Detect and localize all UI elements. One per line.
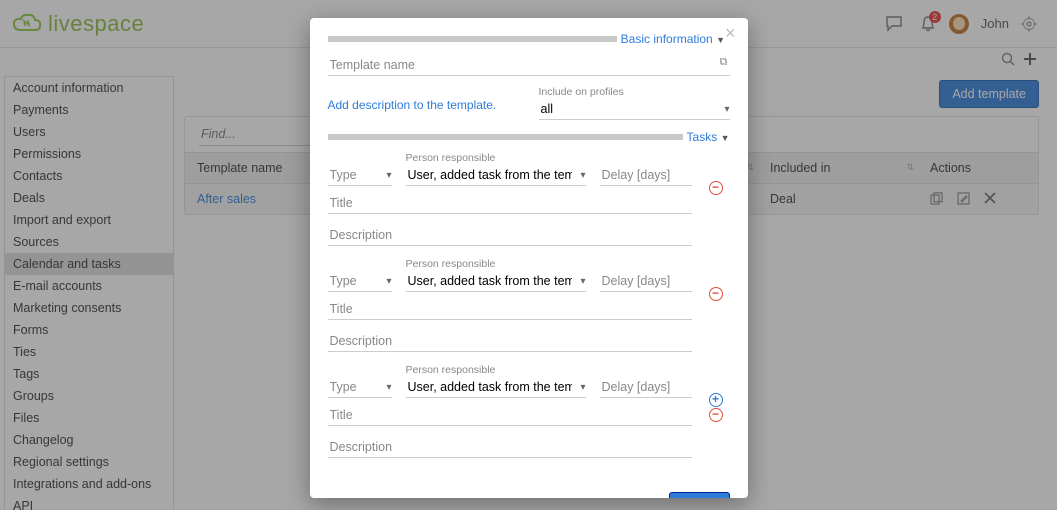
task-type-select[interactable]	[328, 164, 392, 186]
delay-input[interactable]	[600, 270, 692, 292]
delay-input[interactable]	[600, 376, 692, 398]
person-responsible-label: Person responsible	[406, 364, 586, 376]
task-type-select[interactable]	[328, 270, 392, 292]
chevron-down-icon: ▼	[721, 133, 730, 143]
template-name-input[interactable]	[328, 54, 730, 76]
include-label: Include on profiles	[539, 86, 730, 98]
person-responsible-label: Person responsible	[406, 258, 586, 270]
close-icon[interactable]: ×	[725, 26, 736, 40]
task-title-input[interactable]	[328, 192, 692, 214]
task-description-input[interactable]	[328, 224, 692, 246]
person-responsible-label: Person responsible	[406, 152, 586, 164]
add-task-icon[interactable]: +	[709, 393, 723, 407]
task-block: Person responsible −	[328, 152, 730, 256]
task-title-input[interactable]	[328, 404, 692, 426]
remove-task-icon[interactable]: −	[709, 181, 723, 195]
task-description-input[interactable]	[328, 330, 692, 352]
add-template-dialog: × Basic information ▼ ⧉ Add description …	[310, 18, 748, 498]
add-button[interactable]: Add	[669, 492, 729, 498]
remove-task-icon[interactable]: −	[709, 408, 723, 422]
task-description-input[interactable]	[328, 436, 692, 458]
task-title-input[interactable]	[328, 298, 692, 320]
person-responsible-select[interactable]	[406, 270, 586, 292]
remove-task-icon[interactable]: −	[709, 287, 723, 301]
section-tasks-header[interactable]: Tasks ▼	[687, 130, 730, 144]
delay-input[interactable]	[600, 164, 692, 186]
insert-variable-icon[interactable]: ⧉	[720, 56, 728, 69]
section-basic-header[interactable]: Basic information ▼	[621, 32, 725, 46]
chevron-down-icon: ▼	[716, 35, 725, 45]
task-block: Person responsible + −	[328, 364, 730, 468]
modal-overlay: × Basic information ▼ ⧉ Add description …	[0, 0, 1057, 510]
include-select[interactable]	[539, 98, 730, 120]
task-block: Person responsible −	[328, 258, 730, 362]
person-responsible-select[interactable]	[406, 376, 586, 398]
person-responsible-select[interactable]	[406, 164, 586, 186]
add-description-link[interactable]: Add description to the template.	[328, 98, 497, 112]
task-type-select[interactable]	[328, 376, 392, 398]
